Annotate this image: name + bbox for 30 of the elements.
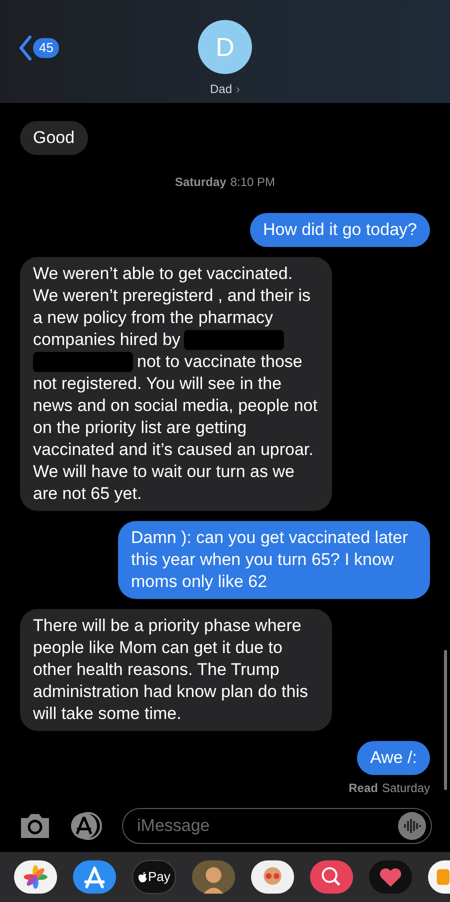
back-button[interactable]: 45	[18, 35, 60, 61]
contact-name[interactable]: Dad	[210, 80, 232, 98]
figure-icon[interactable]	[192, 860, 236, 894]
message-text: companies hired by	[33, 329, 180, 351]
timestamp-time: 8:10 PM	[230, 174, 276, 191]
message-text: Good	[33, 127, 75, 149]
message-field[interactable]: iMessage	[122, 808, 432, 844]
timestamp-day: Saturday	[174, 173, 226, 191]
flower-icon[interactable]	[14, 860, 58, 894]
read-receipt-label: Read	[348, 780, 378, 797]
message-input[interactable]: iMessage	[137, 813, 397, 839]
message-text: There will be a priority phase where people like Mom can get it due to other health reasons. The Trump administration had know plan do this will take some time.	[33, 615, 309, 725]
apple-icon	[138, 872, 147, 882]
back-chevron-icon	[18, 35, 32, 61]
apple-pay-button[interactable]: Pay	[132, 860, 176, 894]
message-text: Awe /:	[370, 747, 417, 769]
figure-icon[interactable]	[251, 860, 294, 894]
message-text: not to vaccinate those	[137, 351, 302, 373]
chevron-icon: ›	[236, 80, 240, 98]
search-icon[interactable]	[310, 860, 354, 894]
app-icon[interactable]	[428, 860, 450, 894]
message-text: not registered. You will see in the news and on social media, people not on the priority list are getting vaccinated and it’s caused an uproar. We will have to wait our turn as we are not 65 yet.	[33, 373, 318, 505]
app-store-icon[interactable]	[73, 860, 116, 894]
voice-wave-icon[interactable]	[397, 811, 427, 841]
read-receipt-time: Saturday	[382, 780, 430, 797]
camera-icon[interactable]	[18, 812, 52, 840]
message-text: Damn ): can you get vaccinated later this year when you turn 65? I know moms only like 62	[131, 527, 409, 593]
message-text: How did it go today?	[262, 219, 417, 241]
unread-badge: 45	[33, 38, 60, 58]
pay-label: Pay	[148, 868, 170, 886]
